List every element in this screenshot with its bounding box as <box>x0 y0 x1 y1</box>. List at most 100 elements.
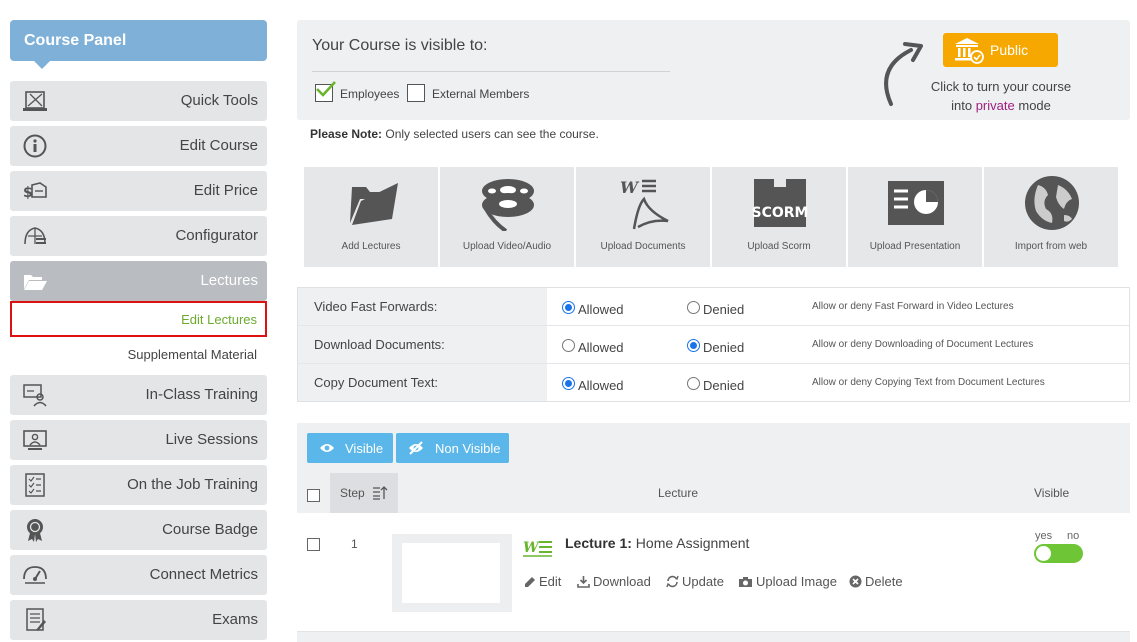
setting-description: Allow or deny Fast Forward in Video Lect… <box>812 301 1014 312</box>
upload-image-action[interactable]: Upload Image <box>738 574 837 589</box>
price-icon: $ <box>23 182 47 201</box>
sidebar-item-label: Configurator <box>175 227 258 244</box>
upload-presentation-tool[interactable]: Upload Presentation <box>848 167 982 267</box>
setting-row-copy-document-text: Copy Document Text: Allowed Denied Allow… <box>298 364 1129 402</box>
denied-label: Denied <box>703 302 745 317</box>
sidebar-item-course-badge[interactable]: Course Badge <box>10 510 267 550</box>
sidebar-item-label: On the Job Training <box>127 476 258 493</box>
setting-name: Copy Document Text: <box>298 364 547 401</box>
sidebar-item-label: In-Class Training <box>145 386 258 403</box>
eye-icon <box>320 444 334 452</box>
lecture-column-header: Lecture <box>658 486 699 500</box>
sidebar-item-in-class-training[interactable]: In-Class Training <box>10 375 267 415</box>
please-note-text: Only selected users can see the course. <box>382 127 599 141</box>
sidebar-item-on-the-job-training[interactable]: On the Job Training <box>10 465 267 505</box>
sidebar-item-label: Quick Tools <box>180 92 258 109</box>
tool-label: Upload Documents <box>600 241 686 252</box>
public-button[interactable]: Public <box>943 33 1058 67</box>
download-action[interactable]: Download <box>577 574 651 589</box>
please-note-label: Please Note: <box>310 127 383 141</box>
sidebar-item-quick-tools[interactable]: Quick Tools <box>10 81 267 121</box>
sidebar-subitem-edit-lectures[interactable]: Edit Lectures <box>10 301 267 337</box>
allowed-label: Allowed <box>578 378 624 393</box>
sidebar-subitem-supplemental-material[interactable]: Supplemental Material <box>10 337 267 373</box>
sidebar-subitem-label: Supplemental Material <box>127 347 257 362</box>
svg-text:SCORM: SCORM <box>752 205 808 221</box>
lectures-list: Visible Non Visible Step Lecture Visible… <box>297 423 1130 642</box>
sidebar-item-exams[interactable]: Exams <box>10 600 267 640</box>
eye-slash-icon <box>409 441 423 455</box>
page: Course Panel Quick Tools Edit Course $ E… <box>0 0 1137 642</box>
step-number: 1 <box>351 537 358 551</box>
institution-icon <box>955 38 984 64</box>
sidebar-item-edit-course[interactable]: Edit Course <box>10 126 267 166</box>
sort-icon <box>373 486 388 500</box>
non-visible-button[interactable]: Non Visible <box>396 433 509 463</box>
allowed-label: Allowed <box>578 340 624 355</box>
step-header-label: Step <box>340 486 365 500</box>
visibility-toggle[interactable] <box>1034 544 1083 563</box>
folder-open-icon <box>24 275 47 290</box>
sidebar-item-connect-metrics[interactable]: Connect Metrics <box>10 555 267 595</box>
setting-description: Allow or deny Downloading of Document Le… <box>812 339 1034 350</box>
denied-radio[interactable] <box>687 377 700 390</box>
select-all-checkbox[interactable] <box>307 489 320 502</box>
visible-button[interactable]: Visible <box>307 433 393 463</box>
sidebar-item-edit-price[interactable]: $ Edit Price <box>10 171 267 211</box>
info-icon <box>23 134 47 158</box>
please-note: Please Note: Only selected users can see… <box>310 127 599 141</box>
denied-label: Denied <box>703 378 745 393</box>
allowed-label: Allowed <box>578 302 624 317</box>
globe-icon <box>1025 176 1079 230</box>
denied-radio[interactable] <box>687 339 700 352</box>
classroom-icon <box>23 384 47 407</box>
metrics-gauge-icon <box>23 566 47 584</box>
upload-image-label: Upload Image <box>756 574 837 589</box>
private-mode-link[interactable]: private <box>976 98 1015 113</box>
external-members-checkbox[interactable] <box>407 84 425 102</box>
toggle-no-label: no <box>1067 530 1080 542</box>
tool-label: Add Lectures <box>341 241 401 252</box>
delete-action[interactable]: Delete <box>849 574 903 589</box>
scorm-box-icon: SCORM <box>752 179 808 227</box>
svg-text:W: W <box>620 178 640 197</box>
sidebar-item-live-sessions[interactable]: Live Sessions <box>10 420 267 460</box>
visible-column-header: Visible <box>1034 486 1070 500</box>
sidebar-item-label: Course Badge <box>162 521 258 538</box>
edit-icon <box>525 577 535 587</box>
live-session-icon <box>23 430 47 450</box>
row-checkbox[interactable] <box>307 538 320 551</box>
step-column-header[interactable]: Step <box>330 473 398 513</box>
update-action[interactable]: Update <box>666 574 724 589</box>
documents-icon: W <box>620 178 669 230</box>
lecture-settings: Video Fast Forwards: Allowed Denied Allo… <box>297 287 1130 402</box>
table-row: 1 W Lecture 1: Home Assignment Edit Down… <box>297 513 1130 632</box>
exam-icon <box>26 608 46 631</box>
tool-label: Import from web <box>1014 241 1088 252</box>
edit-action[interactable]: Edit <box>524 574 561 589</box>
public-note-line1: Click to turn your course <box>930 79 1072 94</box>
sidebar-item-configurator[interactable]: Configurator <box>10 216 267 256</box>
setting-row-download-documents: Download Documents: Allowed Denied Allow… <box>298 326 1129 364</box>
upload-documents-tool[interactable]: W Upload Documents <box>576 167 710 267</box>
checkmark-icon <box>316 81 336 97</box>
allowed-radio[interactable] <box>562 377 575 390</box>
allowed-radio[interactable] <box>562 339 575 352</box>
sidebar-item-label: Connect Metrics <box>149 566 258 583</box>
allowed-radio[interactable] <box>562 301 575 314</box>
import-from-web-tool[interactable]: Import from web <box>984 167 1118 267</box>
lectures-table-header: Step Lecture Visible <box>297 473 1130 513</box>
sidebar-item-label: Live Sessions <box>165 431 258 448</box>
lecture-thumbnail[interactable] <box>392 534 512 612</box>
sidebar-item-label: Edit Course <box>179 137 258 154</box>
add-lectures-tool[interactable]: Add Lectures <box>304 167 438 267</box>
sidebar-item-lectures[interactable]: Lectures <box>10 261 267 301</box>
upload-video-audio-tool[interactable]: Upload Video/Audio <box>440 167 574 267</box>
lecture-title: Lecture 1: Home Assignment <box>565 535 749 551</box>
visibility-panel: Your Course is visible to: Employees Ext… <box>297 20 1130 120</box>
employees-checkbox[interactable] <box>315 81 336 102</box>
upload-scorm-tool[interactable]: SCORM Upload Scorm <box>712 167 846 267</box>
denied-radio[interactable] <box>687 301 700 314</box>
edit-label: Edit <box>539 574 562 589</box>
lecture-tools: Add Lectures Upload Video/Audio W Upload… <box>304 167 1118 267</box>
